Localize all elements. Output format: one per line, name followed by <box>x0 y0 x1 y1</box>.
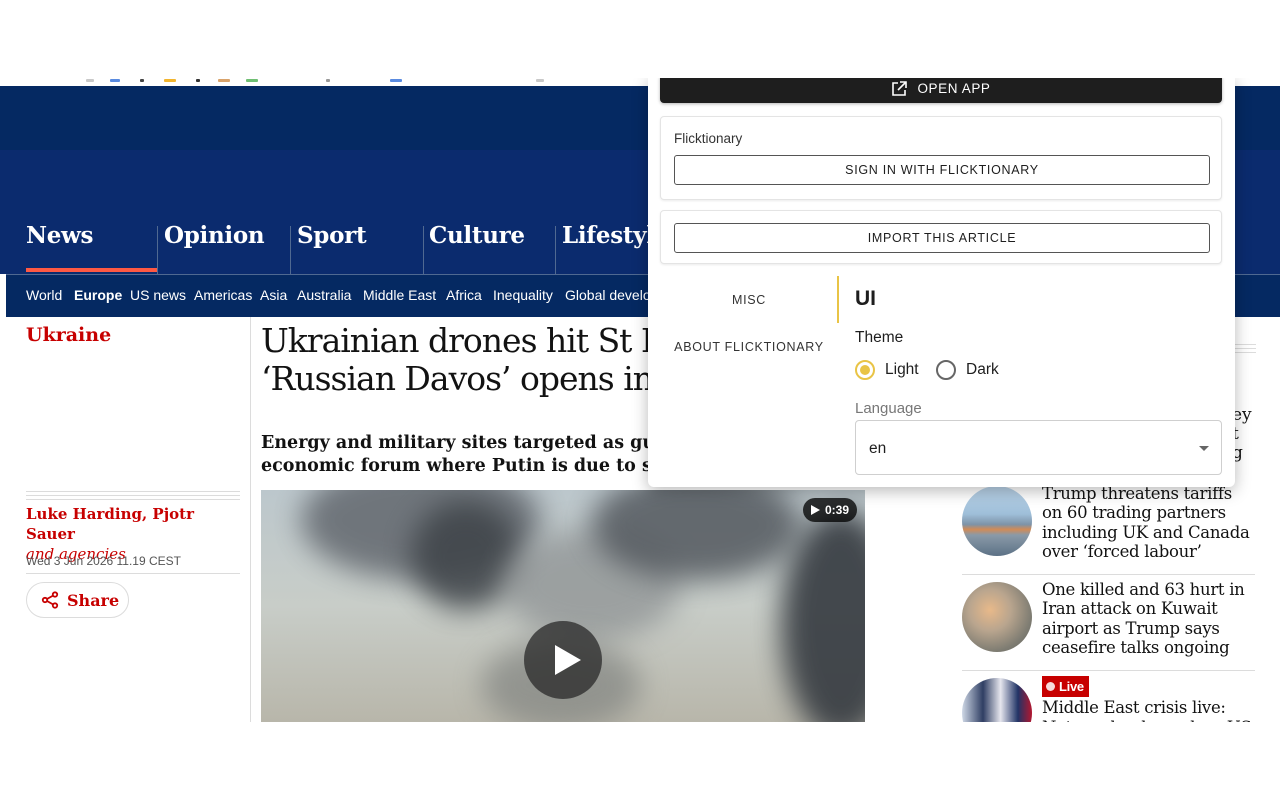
language-select[interactable]: en <box>855 420 1222 475</box>
subnav-world[interactable]: World <box>26 287 62 303</box>
divider <box>962 574 1255 575</box>
subnav-americas[interactable]: Americas <box>194 287 252 303</box>
subnav-asia[interactable]: Asia <box>260 287 287 303</box>
language-label: Language <box>855 400 922 417</box>
pillar-sport[interactable]: Sport <box>291 222 367 274</box>
divider <box>1232 344 1256 345</box>
open-app-button[interactable]: OPEN APP <box>660 78 1222 103</box>
subnav-us-news[interactable]: US news <box>130 287 186 303</box>
section-heading: UI <box>855 287 876 310</box>
story-thumbnail <box>962 582 1032 652</box>
import-article-button[interactable]: IMPORT THIS ARTICLE <box>674 223 1210 253</box>
divider <box>26 499 240 500</box>
theme-light-radio[interactable]: Light <box>855 360 919 380</box>
subnav-inequality[interactable]: Inequality <box>493 287 553 303</box>
divider <box>1232 352 1256 353</box>
subnav-global-development[interactable]: Global develo <box>565 287 651 303</box>
share-label: Share <box>67 590 120 610</box>
radio-checked-icon <box>855 360 875 380</box>
active-tab-indicator <box>837 276 839 323</box>
story-title[interactable]: One killed and 63 hurt in Iran attack on… <box>1042 580 1255 657</box>
pillar-news[interactable]: News <box>20 222 94 274</box>
divider <box>962 670 1255 671</box>
flicktionary-extension-popup: OPEN APP Flicktionary SIGN IN WITH FLICK… <box>648 78 1235 487</box>
standfirst-line: economic forum where Putin is due to spe… <box>261 456 661 476</box>
theme-dark-radio[interactable]: Dark <box>936 360 999 380</box>
screen: News Opinion Sport Culture Lifestyl Worl… <box>0 0 1280 800</box>
share-icon <box>41 591 59 609</box>
browser-viewport: News Opinion Sport Culture Lifestyl Worl… <box>0 78 1280 722</box>
theme-option-label: Dark <box>966 361 999 378</box>
article-standfirst: Energy and military sites targeted as gu… <box>261 432 661 478</box>
byline-authors[interactable]: Luke Harding, Pjotr Sauer <box>26 504 246 544</box>
language-value: en <box>869 440 887 457</box>
pillar-opinion[interactable]: Opinion <box>158 222 265 274</box>
section-label[interactable]: Ukraine <box>26 324 111 346</box>
account-card: Flicktionary SIGN IN WITH FLICKTIONARY <box>660 116 1222 200</box>
headline-line: ‘Russian Davos’ opens in c <box>261 359 661 398</box>
play-icon[interactable] <box>524 621 602 699</box>
tab-about-flicktionary[interactable]: ABOUT FLICKTIONARY <box>660 340 838 354</box>
active-pillar-indicator <box>26 268 157 272</box>
related-story[interactable]: Trump threatens tariffs on 60 trading pa… <box>962 484 1255 574</box>
divider <box>1232 348 1256 349</box>
column-divider <box>250 317 251 722</box>
publish-date: Wed 3 Jun 2026 11.19 CEST <box>26 554 181 568</box>
share-button[interactable]: Share <box>26 582 129 618</box>
video-player[interactable]: 0:39 <box>261 490 865 722</box>
truncated-headline-fragment: t <box>1232 425 1239 444</box>
related-story[interactable]: One killed and 63 hurt in Iran attack on… <box>962 580 1255 670</box>
dropdown-arrow-icon <box>1199 446 1209 451</box>
open-app-label: OPEN APP <box>917 81 991 96</box>
live-label: Live <box>1059 679 1084 694</box>
divider <box>26 495 240 496</box>
story-thumbnail <box>962 486 1032 556</box>
import-card: IMPORT THIS ARTICLE <box>660 210 1222 264</box>
live-badge: Live <box>1042 676 1089 698</box>
divider <box>26 573 240 574</box>
article-headline: Ukrainian drones hit St Pe ‘Russian Davo… <box>261 322 661 398</box>
divider <box>26 491 240 492</box>
story-title[interactable]: Trump threatens tariffs on 60 trading pa… <box>1042 484 1255 561</box>
subnav-middle-east[interactable]: Middle East <box>363 287 436 303</box>
story-thumbnail <box>962 678 1032 722</box>
radio-unchecked-icon <box>936 360 956 380</box>
story-text: Live Middle East crisis live: Netanyahu … <box>1042 676 1255 722</box>
subnav-australia[interactable]: Australia <box>297 287 351 303</box>
theme-option-label: Light <box>885 361 919 378</box>
video-duration: 0:39 <box>802 498 857 522</box>
tab-misc[interactable]: MISC <box>660 293 838 307</box>
open-external-icon <box>892 80 908 96</box>
subnav-africa[interactable]: Africa <box>446 287 482 303</box>
standfirst-line: Energy and military sites targeted as gu… <box>261 433 661 453</box>
live-dot-icon <box>1046 682 1055 692</box>
truncated-headline-fragment: g <box>1232 444 1243 463</box>
related-story[interactable]: Live Middle East crisis live: Netanyahu … <box>962 676 1255 722</box>
pillar-lifestyle[interactable]: Lifestyl <box>556 222 655 274</box>
headline-line: Ukrainian drones hit St Pe <box>261 322 661 360</box>
account-card-title: Flicktionary <box>674 131 743 146</box>
story-title[interactable]: Middle East crisis live: Netanyahu downp… <box>1042 698 1255 722</box>
video-duration-text: 0:39 <box>824 503 849 517</box>
sign-in-button[interactable]: SIGN IN WITH FLICKTIONARY <box>674 155 1210 185</box>
truncated-headline-fragment: ey <box>1232 406 1252 425</box>
theme-label: Theme <box>855 329 904 346</box>
pillar-culture[interactable]: Culture <box>423 222 525 274</box>
play-small-icon <box>810 505 820 515</box>
subnav-europe[interactable]: Europe <box>74 287 122 303</box>
